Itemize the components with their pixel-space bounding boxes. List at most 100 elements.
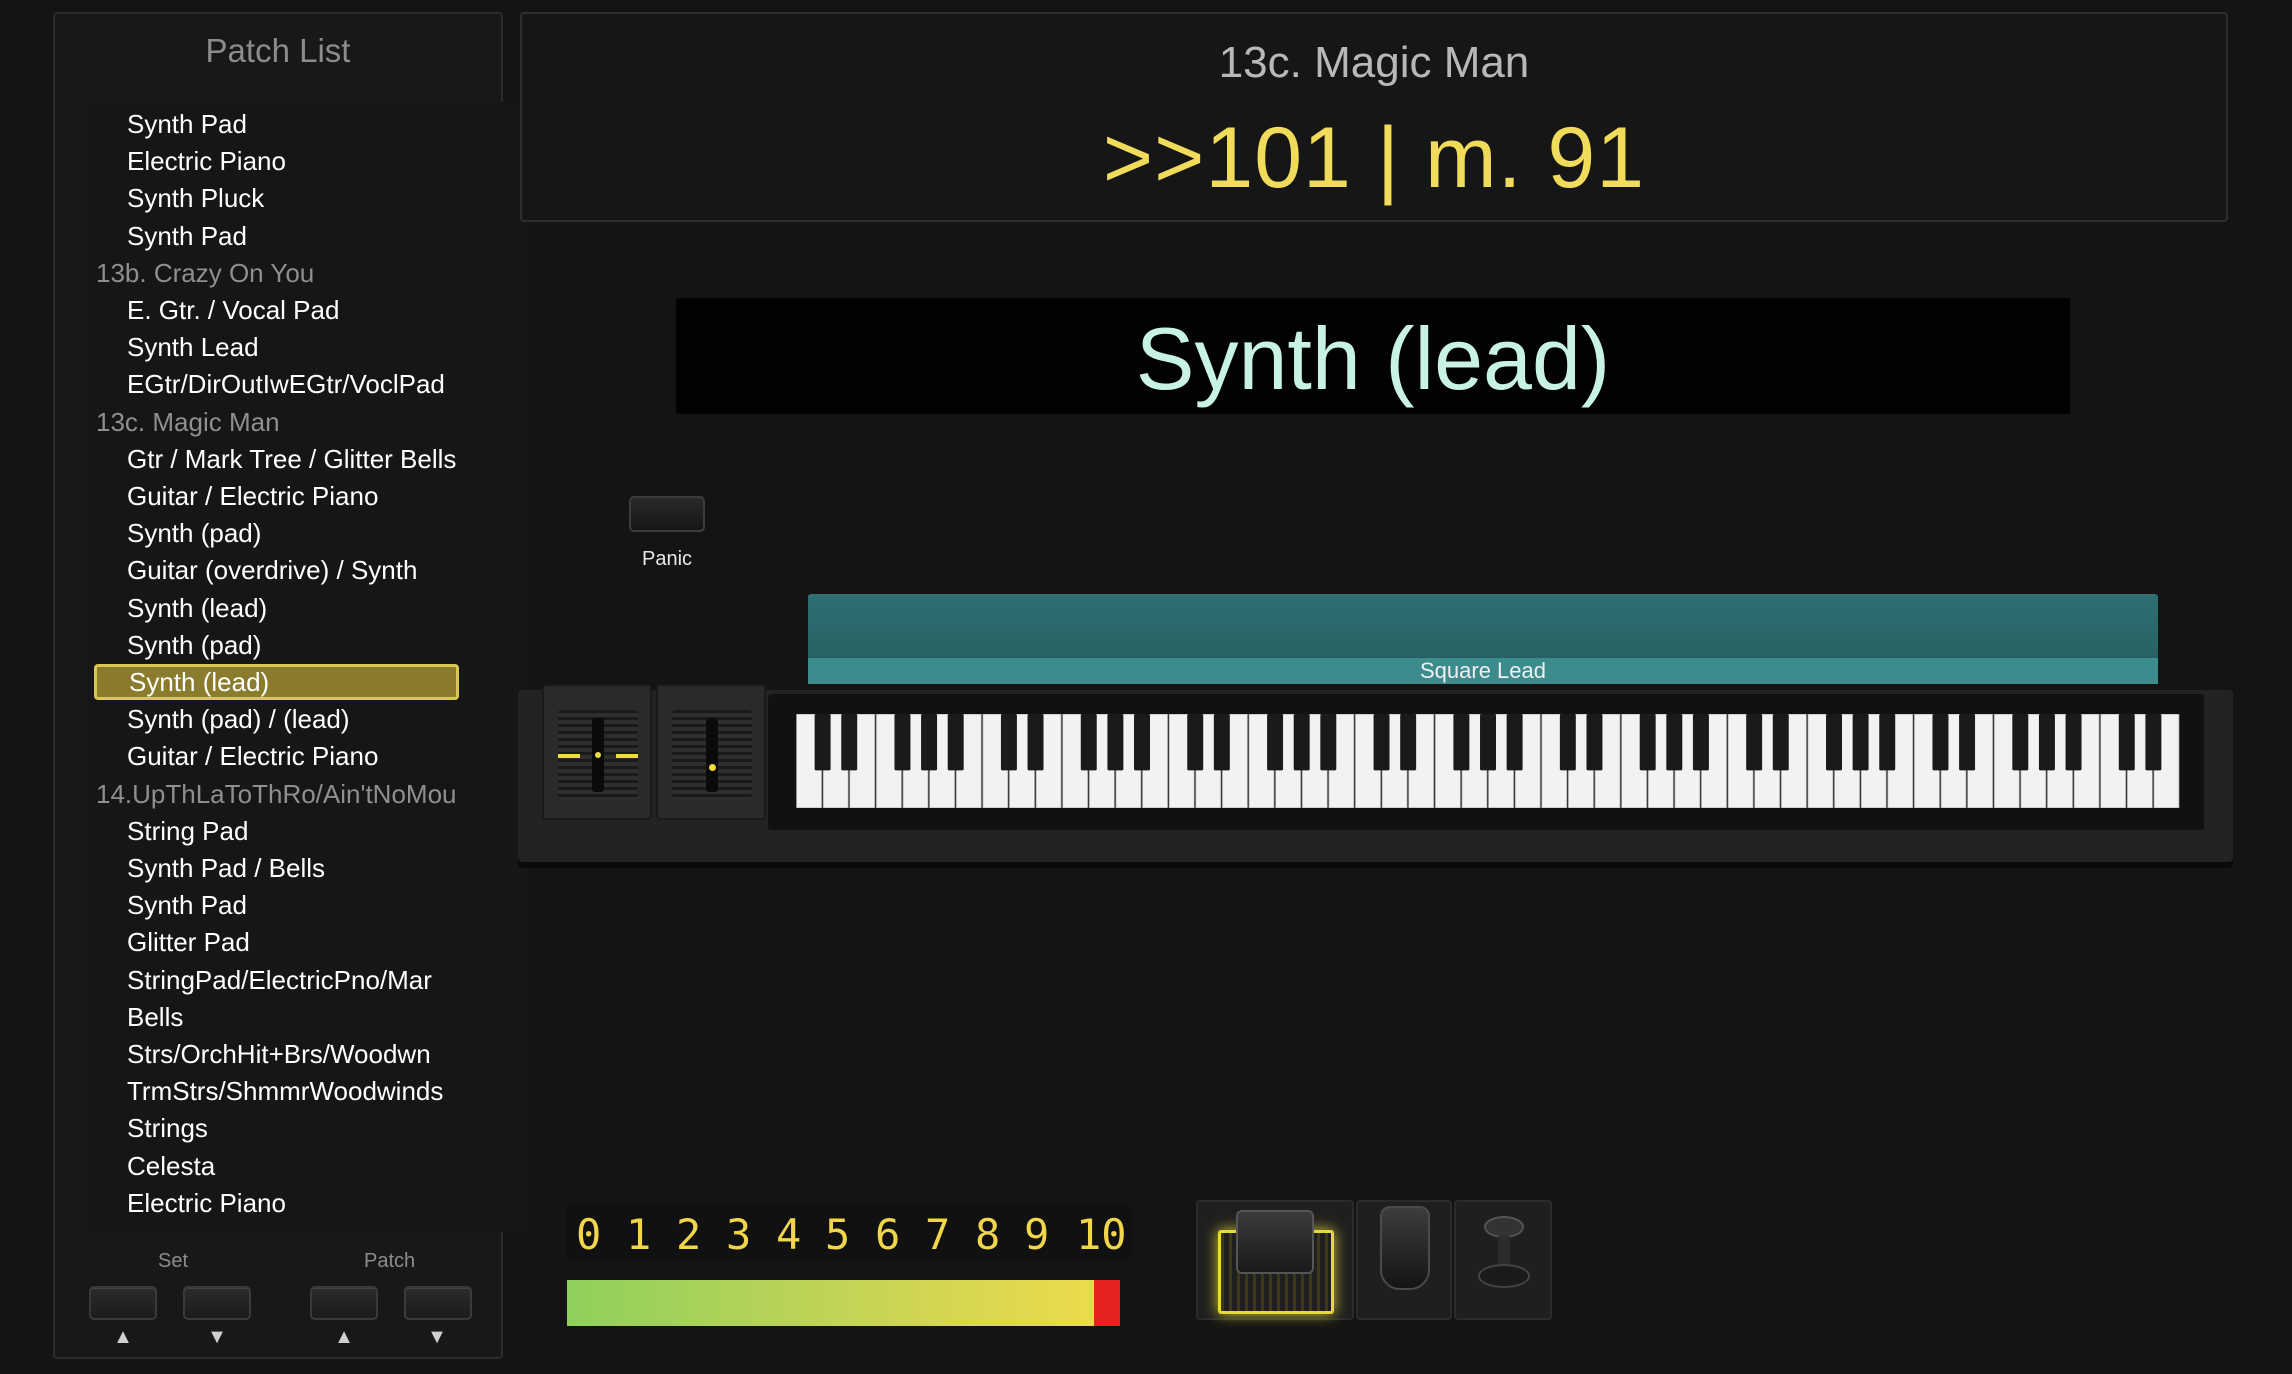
black-key[interactable] [1772, 714, 1789, 771]
pitch-wheel-indicator-right [616, 754, 638, 758]
patch-item[interactable]: Synth Pad [87, 106, 527, 142]
mod-wheel-slot [706, 718, 718, 792]
black-key[interactable] [1187, 714, 1204, 771]
patch-prev-button[interactable] [310, 1286, 378, 1320]
song-title: 13c. Magic Man [1218, 38, 1530, 87]
set-next-button[interactable] [183, 1286, 251, 1320]
patch-list-title: Patch List [205, 32, 351, 69]
black-key[interactable] [894, 714, 911, 771]
patch-item[interactable]: Guitar / Electric Piano [87, 478, 527, 514]
set-header[interactable]: 14.UpThLaToThRo/Ain'tNoMou [96, 776, 526, 812]
black-key[interactable] [1959, 714, 1976, 771]
sustain-pedal-cap [1236, 1210, 1314, 1274]
patch-item[interactable]: Synth (pad) [87, 515, 527, 551]
set-header[interactable]: 13c. Magic Man [96, 404, 526, 440]
patch-up-arrow-icon: ▲ [334, 1326, 354, 1348]
piano-keys[interactable] [796, 714, 2180, 808]
patch-item[interactable]: Synth (lead) [87, 590, 527, 626]
joystick-base [1478, 1264, 1530, 1288]
patch-item[interactable]: E. Gtr. / Vocal Pad [87, 292, 527, 328]
black-key[interactable] [1293, 714, 1310, 771]
patch-item[interactable]: Electric Piano [87, 143, 527, 179]
patch-item[interactable]: Bells [87, 999, 527, 1035]
black-key[interactable] [947, 714, 964, 771]
mod-wheel-dot [709, 764, 716, 771]
patch-item[interactable]: Synth (lead) [94, 664, 459, 700]
black-key[interactable] [1267, 714, 1284, 771]
patch-item[interactable]: Glitter Pad [87, 924, 527, 960]
black-key[interactable] [1213, 714, 1230, 771]
set-up-arrow-icon: ▲ [113, 1326, 133, 1348]
expression-pedal[interactable] [1356, 1200, 1452, 1320]
joystick-control[interactable] [1454, 1200, 1552, 1320]
black-key[interactable] [1692, 714, 1709, 771]
black-key[interactable] [1080, 714, 1097, 771]
black-key[interactable] [1879, 714, 1896, 771]
black-key[interactable] [1639, 714, 1656, 771]
layer-bar-square-lead[interactable]: Square Lead [808, 594, 2158, 684]
set-prev-button[interactable] [89, 1286, 157, 1320]
joystick-knob-icon [1484, 1216, 1524, 1238]
black-key[interactable] [1480, 714, 1496, 771]
black-key[interactable] [1932, 714, 1949, 771]
patch-item[interactable]: Gtr / Mark Tree / Glitter Bells [87, 441, 527, 477]
black-key[interactable] [1320, 714, 1337, 771]
patch-item[interactable]: EGtr/DirOutIwEGtr/VoclPad [87, 366, 527, 402]
patch-item[interactable]: Electric Piano [87, 1185, 527, 1221]
panic-label: Panic [641, 548, 693, 570]
black-key[interactable] [2065, 714, 2082, 771]
black-key[interactable] [1000, 714, 1017, 771]
black-key[interactable] [1852, 714, 1869, 771]
black-key[interactable] [841, 714, 858, 771]
patch-item[interactable]: Guitar (overdrive) / Synth [87, 552, 527, 588]
black-key[interactable] [1373, 714, 1390, 771]
patch-list[interactable]: Synth Pad Electric Piano Synth Pluck Synth … [87, 102, 527, 1232]
black-key[interactable] [1746, 714, 1763, 771]
patch-list-panel: Patch List Synth Pad Electric Piano Synth … [53, 12, 527, 1359]
mod-wheel[interactable] [656, 684, 766, 820]
patch-item[interactable]: Strs/OrchHit+Brs/Woodwn [87, 1036, 527, 1072]
sustain-pedal[interactable] [1196, 1200, 1354, 1320]
black-key[interactable] [1826, 714, 1842, 771]
black-key[interactable] [1453, 714, 1470, 771]
black-key[interactable] [921, 714, 938, 771]
black-key[interactable] [2118, 714, 2135, 771]
patch-item[interactable]: String Pad [87, 813, 527, 849]
black-key[interactable] [1666, 714, 1683, 771]
patch-item[interactable]: Synth (pad) / (lead) [87, 701, 527, 737]
black-key[interactable] [2145, 714, 2162, 771]
black-key[interactable] [2038, 714, 2055, 771]
patch-item[interactable]: Guitar / Electric Piano [87, 738, 527, 774]
velocity-meter-peak [1094, 1280, 1120, 1326]
black-key[interactable] [1506, 714, 1523, 771]
patch-item[interactable]: Synth Pluck [87, 180, 527, 216]
patch-item[interactable]: Synth Lead [87, 329, 527, 365]
mod-wheel-grip [672, 710, 752, 800]
meter-number: 4 [776, 1210, 802, 1259]
black-key[interactable] [1134, 714, 1150, 771]
meter-number: 0 [576, 1210, 602, 1259]
patch-item[interactable]: Synth (pad) [87, 627, 527, 663]
layer-label: Square Lead [1420, 658, 1546, 683]
set-header[interactable]: 13b. Crazy On You [96, 255, 526, 291]
black-key[interactable] [1586, 714, 1603, 771]
patch-item[interactable]: Synth Pad [87, 218, 527, 254]
black-key[interactable] [1107, 714, 1124, 771]
panic-button[interactable] [629, 496, 705, 532]
patch-item[interactable]: Celesta [87, 1148, 527, 1184]
patch-item[interactable]: TrmStrs/ShmmrWoodwinds [87, 1073, 527, 1109]
black-key[interactable] [2012, 714, 2029, 771]
patch-item[interactable]: Synth Pad [87, 887, 527, 923]
current-patch-banner: Synth (lead) [676, 298, 2070, 414]
black-key[interactable] [814, 714, 831, 771]
patch-item[interactable]: StringPad/ElectricPno/Mar [87, 962, 527, 998]
patch-item[interactable]: Synth Pad / Bells [87, 850, 527, 886]
meter-number: 6 [875, 1210, 901, 1259]
black-key[interactable] [1027, 714, 1044, 771]
song-display: 13c. Magic Man >>101 | m. 91 [520, 12, 2228, 222]
patch-item[interactable]: Strings [87, 1110, 527, 1146]
pitch-wheel[interactable] [542, 684, 652, 820]
patch-next-button[interactable] [404, 1286, 472, 1320]
black-key[interactable] [1400, 714, 1417, 771]
black-key[interactable] [1559, 714, 1576, 771]
